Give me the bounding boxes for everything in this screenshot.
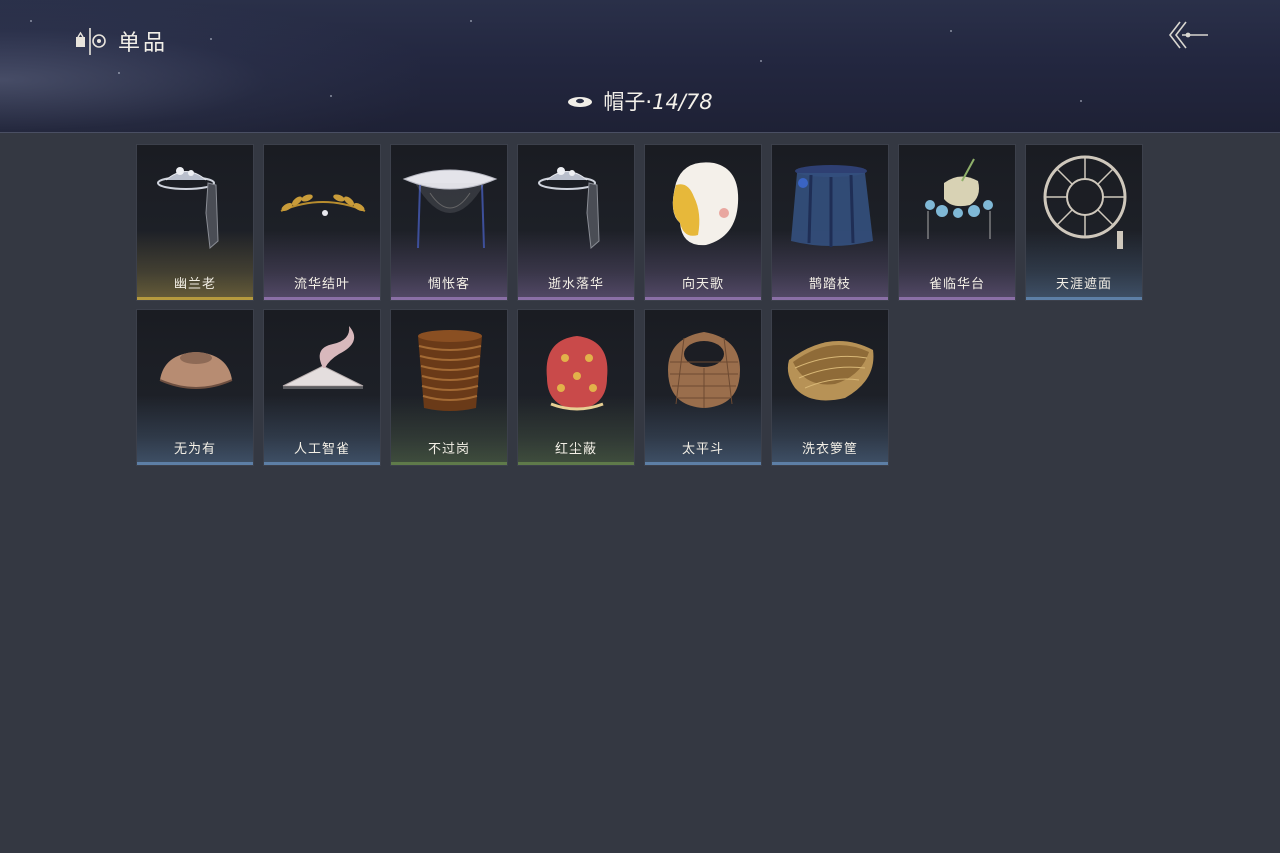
top-bar: 单品 帽子·14/78 bbox=[0, 0, 1280, 133]
woven-ring-veil-icon bbox=[1043, 155, 1127, 249]
category-count: 14/78 bbox=[652, 90, 713, 114]
item-card[interactable]: 雀临华台 bbox=[898, 144, 1016, 301]
bowl-hat-icon bbox=[159, 352, 233, 389]
item-card[interactable]: 逝水落华 bbox=[517, 144, 635, 301]
rarity-strip bbox=[1026, 297, 1142, 300]
rarity-strip bbox=[645, 297, 761, 300]
hat-icon bbox=[568, 97, 593, 107]
wardrobe-icon bbox=[76, 28, 106, 55]
section-title-text: 单品 bbox=[118, 31, 169, 56]
item-card[interactable]: 太平斗 bbox=[644, 309, 762, 466]
rarity-strip bbox=[264, 297, 380, 300]
red-cloth-hood-icon bbox=[546, 336, 608, 411]
rarity-strip bbox=[391, 462, 507, 465]
floral-headdress-icon bbox=[925, 158, 993, 239]
item-card[interactable]: 惆怅客 bbox=[390, 144, 508, 301]
category-label: 帽子· bbox=[603, 90, 653, 114]
item-name: 红尘蔽 bbox=[554, 442, 597, 457]
veiled-crown-hat-icon bbox=[157, 167, 219, 250]
rarity-strip bbox=[645, 462, 761, 465]
back-button[interactable] bbox=[1166, 18, 1212, 52]
item-name: 人工智雀 bbox=[293, 442, 350, 457]
rarity-strip bbox=[899, 297, 1015, 300]
back-arrow-icon bbox=[1168, 21, 1208, 49]
item-name: 洗衣箩筐 bbox=[801, 442, 858, 457]
conical-straw-hat-icon bbox=[402, 169, 498, 249]
rarity-strip bbox=[137, 462, 253, 465]
item-card[interactable]: 无为有 bbox=[136, 309, 254, 466]
item-card[interactable]: 红尘蔽 bbox=[517, 309, 635, 466]
item-name: 不过岗 bbox=[427, 442, 470, 457]
blue-silk-veil-hat-icon bbox=[791, 165, 873, 247]
item-name: 无为有 bbox=[173, 442, 216, 457]
item-grid: 幽兰老 流华结叶 惆怅客 逝水落华 向天歌 鹊踏枝 雀临华台 天涯遮面 无为有 … bbox=[136, 144, 1143, 466]
laundry-basket-hat-icon bbox=[787, 341, 874, 401]
item-card[interactable]: 洗衣箩筐 bbox=[771, 309, 889, 466]
item-name: 逝水落华 bbox=[547, 277, 604, 292]
rarity-strip bbox=[518, 462, 634, 465]
veiled-crown-hat-icon bbox=[538, 167, 600, 250]
stacked-bowls-hat-icon bbox=[418, 330, 482, 411]
item-card[interactable]: 幽兰老 bbox=[136, 144, 254, 301]
rarity-strip bbox=[518, 297, 634, 300]
golden-leaf-circlet-icon bbox=[280, 194, 366, 216]
rarity-strip bbox=[137, 297, 253, 300]
item-name: 惆怅客 bbox=[427, 277, 470, 292]
chick-hood-hat-icon bbox=[672, 162, 739, 246]
item-name: 流华结叶 bbox=[293, 277, 350, 292]
item-name: 幽兰老 bbox=[173, 277, 216, 292]
woven-basket-hat-icon bbox=[668, 332, 740, 408]
rarity-strip bbox=[391, 297, 507, 300]
item-card[interactable]: 不过岗 bbox=[390, 309, 508, 466]
item-name: 雀临华台 bbox=[928, 277, 985, 292]
bird-tent-hat-icon bbox=[282, 326, 364, 389]
rarity-strip bbox=[772, 462, 888, 465]
item-card[interactable]: 向天歌 bbox=[644, 144, 762, 301]
item-card[interactable]: 流华结叶 bbox=[263, 144, 381, 301]
item-name: 太平斗 bbox=[681, 442, 724, 457]
category-header: 帽子·14/78 bbox=[0, 86, 1280, 116]
section-title: 单品 bbox=[74, 24, 168, 58]
item-card[interactable]: 鹊踏枝 bbox=[771, 144, 889, 301]
item-card[interactable]: 人工智雀 bbox=[263, 309, 381, 466]
item-name: 天涯遮面 bbox=[1055, 277, 1112, 292]
item-name: 向天歌 bbox=[681, 277, 724, 292]
rarity-strip bbox=[772, 297, 888, 300]
item-card[interactable]: 天涯遮面 bbox=[1025, 144, 1143, 301]
item-name: 鹊踏枝 bbox=[808, 277, 851, 292]
rarity-strip bbox=[264, 462, 380, 465]
